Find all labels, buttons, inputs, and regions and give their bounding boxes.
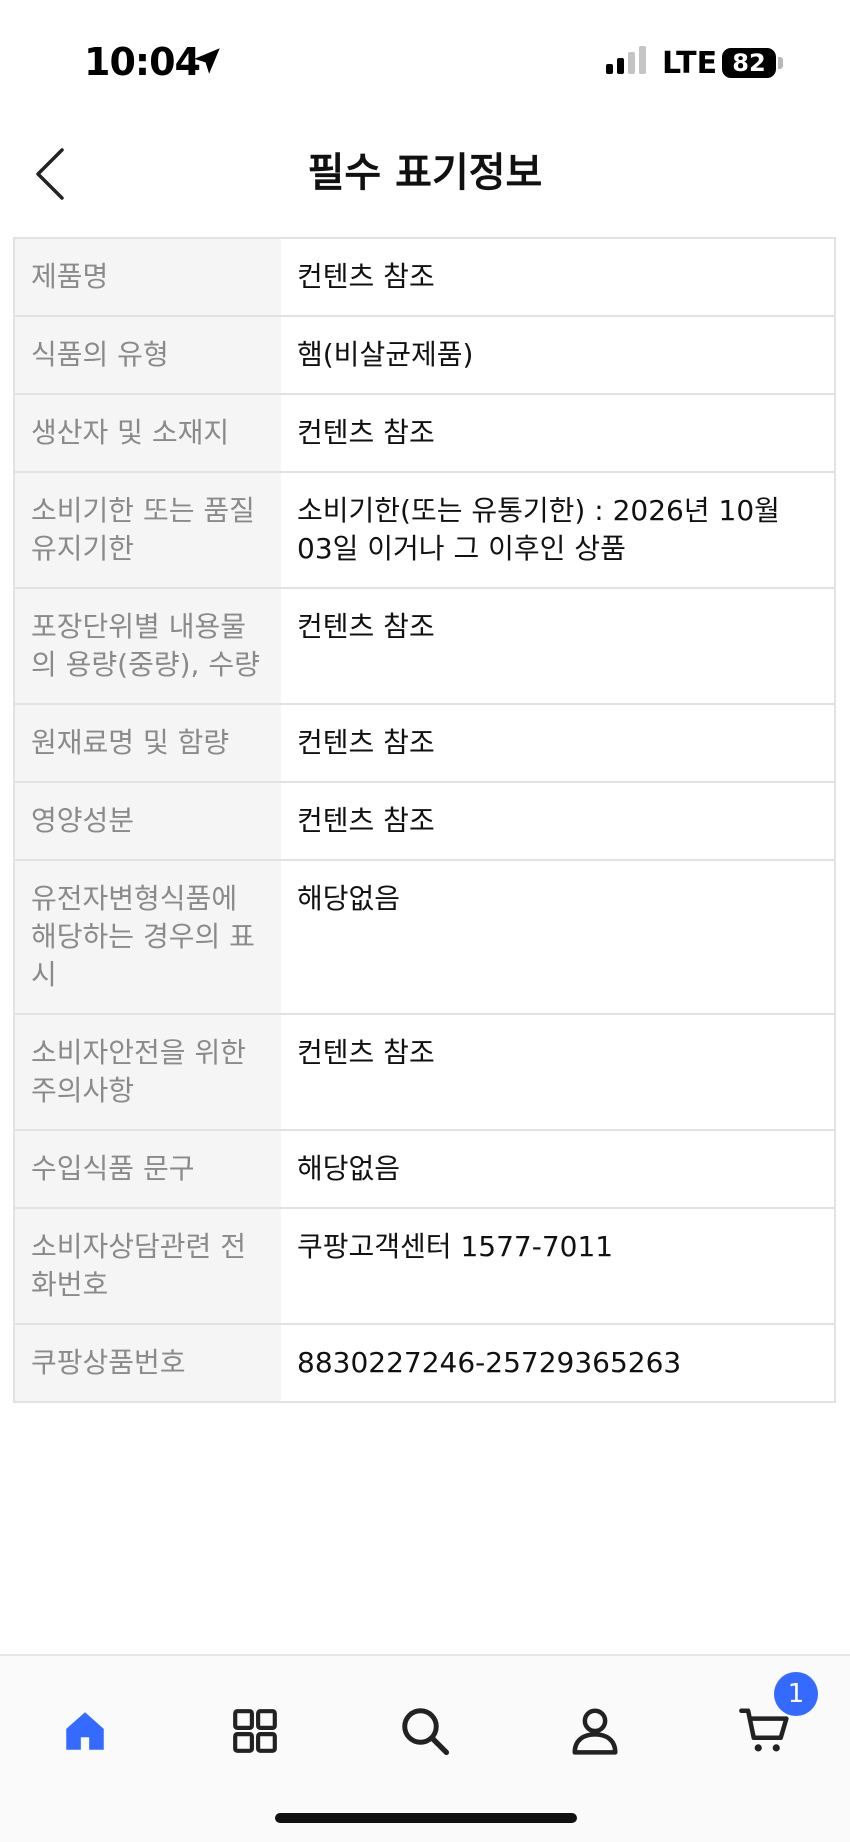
row-label: 유전자변형식품에 해당하는 경우의 표시 (15, 861, 281, 1013)
row-value: 해당없음 (297, 882, 401, 915)
profile-icon (572, 1708, 618, 1755)
table-row: 제품명 컨텐츠 참조 (15, 239, 834, 317)
row-value: 해당없음 (297, 1152, 401, 1185)
row-value: 컨텐츠 참조 (297, 726, 435, 759)
battery-icon: 82 (722, 48, 784, 78)
home-indicator (275, 1813, 577, 1823)
nav-home-button[interactable] (40, 1686, 130, 1776)
row-label: 쿠팡상품번호 (15, 1325, 281, 1401)
table-row: 원재료명 및 함량 컨텐츠 참조 (15, 705, 834, 783)
table-row: 쿠팡상품번호 8830227246-25729365263 (15, 1325, 834, 1401)
row-label: 소비기한 또는 품질유지기한 (15, 473, 281, 587)
row-value: 컨텐츠 참조 (297, 416, 435, 449)
row-label: 수입식품 문구 (15, 1131, 281, 1207)
required-info-table: 제품명 컨텐츠 참조 식품의 유형 햄(비살균제품) 생산자 및 소재지 컨텐츠… (13, 237, 836, 1403)
nav-search-button[interactable] (380, 1686, 470, 1776)
table-row: 포장단위별 내용물의 용량(중량), 수량 컨텐츠 참조 (15, 589, 834, 705)
row-label: 영양성분 (15, 783, 281, 859)
row-value: 컨텐츠 참조 (297, 1036, 435, 1069)
cellular-signal-icon (606, 46, 646, 74)
table-row: 유전자변형식품에 해당하는 경우의 표시 해당없음 (15, 861, 834, 1015)
row-label: 식품의 유형 (15, 317, 281, 393)
home-icon (66, 1712, 104, 1750)
row-value: 소비기한(또는 유통기한) : 2026년 10월 03일 이거나 그 이후인 … (297, 494, 780, 565)
table-row: 수입식품 문구 해당없음 (15, 1131, 834, 1209)
table-row: 소비자안전을 위한 주의사항 컨텐츠 참조 (15, 1015, 834, 1131)
row-value: 컨텐츠 참조 (297, 610, 435, 643)
nav-categories-button[interactable] (210, 1686, 300, 1776)
row-label: 원재료명 및 함량 (15, 705, 281, 781)
row-label: 소비자안전을 위한 주의사항 (15, 1015, 281, 1129)
status-time: 10:04 (84, 40, 201, 84)
row-value: 햄(비살균제품) (297, 338, 474, 371)
row-value: 컨텐츠 참조 (297, 260, 435, 293)
cart-count-badge: 1 (774, 1672, 818, 1716)
categories-icon (233, 1709, 277, 1753)
nav-profile-button[interactable] (550, 1686, 640, 1776)
table-row: 생산자 및 소재지 컨텐츠 참조 (15, 395, 834, 473)
page-header: 필수 표기정보 (0, 126, 850, 236)
table-row: 소비자상담관련 전화번호 쿠팡고객센터 1577-7011 (15, 1209, 834, 1325)
search-icon (402, 1708, 450, 1756)
location-arrow-icon (194, 48, 220, 74)
table-row: 식품의 유형 햄(비살균제품) (15, 317, 834, 395)
battery-level: 82 (732, 49, 766, 77)
row-value: 쿠팡고객센터 1577-7011 (297, 1230, 614, 1263)
network-type: LTE (662, 46, 718, 81)
row-label: 제품명 (15, 239, 281, 315)
table-row: 소비기한 또는 품질유지기한 소비기한(또는 유통기한) : 2026년 10월… (15, 473, 834, 589)
row-label: 생산자 및 소재지 (15, 395, 281, 471)
status-bar: 10:04 LTE 82 (0, 0, 850, 126)
row-value: 8830227246-25729365263 (297, 1346, 682, 1379)
table-row: 영양성분 컨텐츠 참조 (15, 783, 834, 861)
row-value: 컨텐츠 참조 (297, 804, 435, 837)
row-label: 소비자상담관련 전화번호 (15, 1209, 281, 1323)
page-title: 필수 표기정보 (307, 150, 543, 196)
row-label: 포장단위별 내용물의 용량(중량), 수량 (15, 589, 281, 703)
